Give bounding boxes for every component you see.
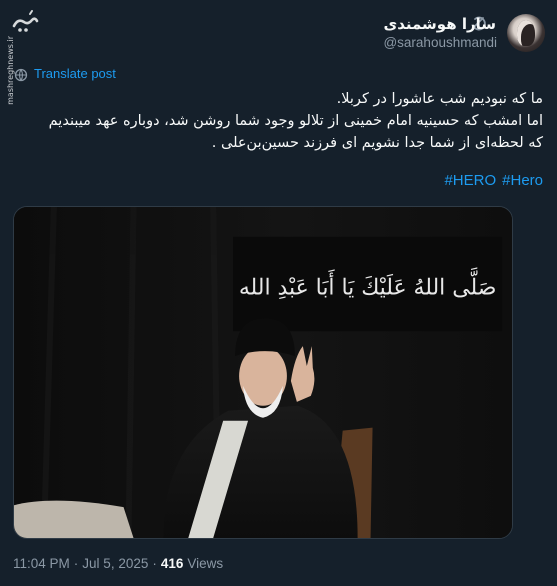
author-display-name[interactable]: سارا هوشمندی (383, 14, 497, 34)
post-photo: صَلَّى اللهُ عَلَيْكَ يَا أَبَا عَبْدِ ا… (14, 207, 512, 538)
translate-post-row[interactable]: Translate post (14, 66, 116, 81)
watermark-text: mashreghnews.ir (6, 36, 15, 105)
post-image[interactable]: صَلَّى اللهُ عَلَيْكَ يَا أَبَا عَبْدِ ا… (13, 206, 513, 539)
hashtags: #HERO #Hero (444, 172, 543, 189)
hashtag-link[interactable]: #Hero (502, 172, 543, 189)
post-meta: 11:04 PM · Jul 5, 2025 · 416 Views (13, 556, 223, 571)
post-date[interactable]: Jul 5, 2025 (82, 556, 148, 571)
avatar[interactable] (507, 14, 545, 52)
globe-icon (14, 67, 28, 81)
post-header: سارا هوشمندی @sarahoushmandi (383, 14, 545, 52)
hashtag-link[interactable]: #HERO (444, 172, 496, 189)
mashregh-logo-icon (10, 8, 40, 38)
post-text-line: اما امشب که حسینیه امام خمینی از تلالو و… (48, 113, 543, 129)
translate-post-link[interactable]: Translate post (34, 66, 116, 81)
post-text-line: که لحظه‌ای از شما جدا نشویم ای فرزند حسی… (211, 135, 543, 151)
meta-separator: · (73, 556, 79, 571)
author-names: سارا هوشمندی @sarahoushmandi (383, 14, 497, 52)
views-label: Views (187, 556, 224, 571)
post-time[interactable]: 11:04 PM (13, 556, 70, 571)
post-text-line: ما که نبودیم شب عاشورا در کربلا. (336, 91, 543, 107)
post-text: ما که نبودیم شب عاشورا در کربلا. اما امش… (23, 88, 543, 154)
author-handle[interactable]: @sarahoushmandi (383, 34, 497, 52)
views-count: 416 (160, 556, 184, 571)
meta-separator: · (152, 556, 157, 571)
